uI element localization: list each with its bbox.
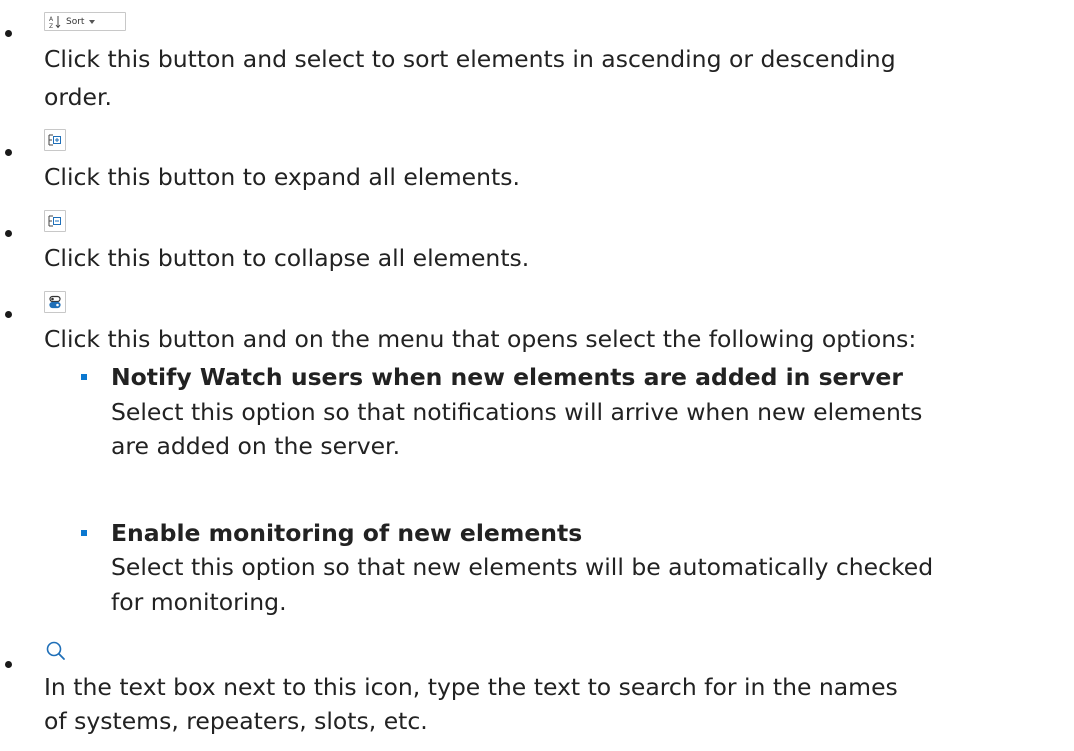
- svg-text:A: A: [49, 16, 54, 23]
- expand-all-button[interactable]: [44, 129, 66, 151]
- item-description-cont: of systems, repeaters, slots, etc.: [44, 707, 428, 735]
- bullet: [5, 661, 12, 668]
- sort-button[interactable]: A Z Sort: [44, 12, 126, 31]
- option-description: Select this option so that new elements …: [111, 553, 934, 581]
- search-icon: [46, 641, 65, 660]
- search-button[interactable]: [44, 639, 68, 663]
- expand-all-icon: [48, 134, 61, 146]
- help-page: A Z Sort Click this button and select to…: [0, 0, 1074, 751]
- square-bullet: [81, 530, 87, 536]
- collapse-all-icon: [48, 215, 61, 227]
- item-description: In the text box next to this icon, type …: [44, 673, 898, 701]
- option-description-cont: are added on the server.: [111, 432, 401, 460]
- item-description: Click this button and select to sort ele…: [44, 45, 896, 73]
- bullet: [5, 311, 12, 318]
- sort-button-label: Sort: [66, 16, 85, 27]
- chevron-down-icon: [89, 19, 96, 24]
- item-description: Click this button to expand all elements…: [44, 163, 520, 191]
- bullet: [5, 30, 12, 37]
- item-description-cont: order.: [44, 83, 112, 111]
- option-title: Enable monitoring of new elements: [111, 519, 583, 547]
- option-description-cont: for monitoring.: [111, 588, 287, 616]
- square-bullet: [81, 374, 87, 380]
- sort-az-icon: A Z: [49, 15, 61, 29]
- option-title: Notify Watch users when new elements are…: [111, 363, 903, 391]
- toggle-options-icon: [49, 295, 61, 309]
- bullet: [5, 149, 12, 156]
- option-description: Select this option so that notifications…: [111, 398, 923, 426]
- bullet: [5, 230, 12, 237]
- collapse-all-button[interactable]: [44, 210, 66, 232]
- item-description: Click this button and on the menu that o…: [44, 325, 917, 353]
- options-menu-button[interactable]: [44, 291, 66, 313]
- svg-text:Z: Z: [49, 23, 53, 29]
- item-description: Click this button to collapse all elemen…: [44, 244, 530, 272]
